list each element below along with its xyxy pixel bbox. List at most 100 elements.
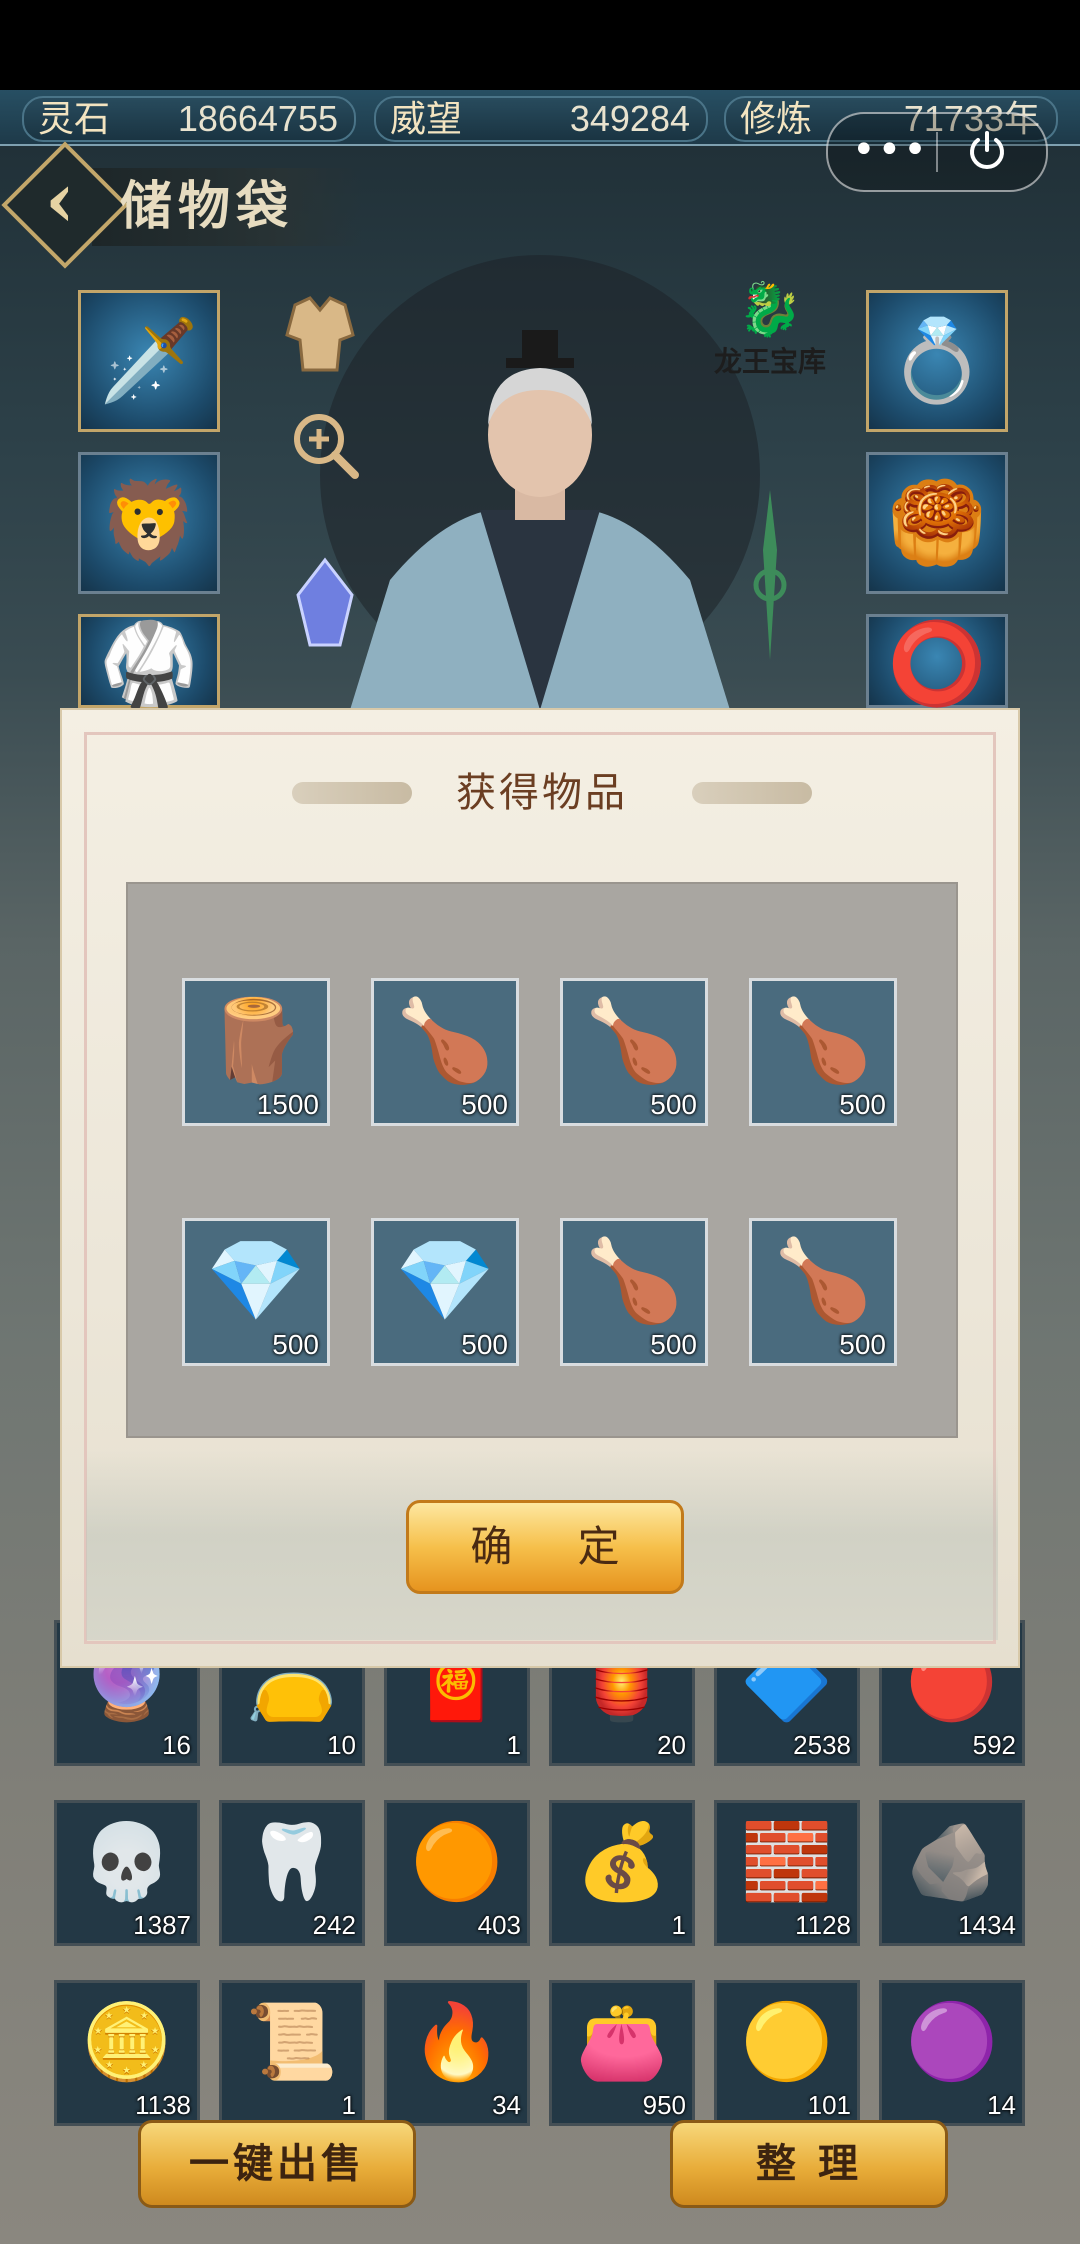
zoom-in-icon[interactable] — [285, 405, 365, 485]
inventory-slot[interactable]: 🟣 14 — [879, 1980, 1025, 2126]
reward-item[interactable]: 💎 500 — [371, 1218, 519, 1366]
golden-orb-icon: 🟠 — [410, 1819, 504, 1905]
organize-button[interactable]: 整 理 — [670, 2120, 948, 2208]
sell-all-button[interactable]: 一键出售 — [138, 2120, 416, 2208]
inventory-slot[interactable]: 📜 1 — [219, 1980, 365, 2126]
roast-meat-icon: 🍗 — [773, 994, 873, 1087]
item-quantity: 500 — [650, 1089, 697, 1120]
jade-stone-icon: 🪨 — [905, 1819, 999, 1905]
item-quantity: 1128 — [795, 1910, 851, 1940]
item-quantity: 500 — [839, 1089, 886, 1120]
prestige-counter: 威望 349284 — [374, 96, 708, 142]
item-quantity: 500 — [839, 1329, 886, 1360]
item-quantity: 2538 — [793, 1730, 851, 1760]
reward-item[interactable]: 🍗 500 — [560, 1218, 708, 1366]
equip-slot-ring[interactable]: 💍 — [866, 290, 1008, 432]
item-quantity: 10 — [327, 1730, 356, 1760]
reward-item[interactable]: 🍗 500 — [749, 978, 897, 1126]
spirit-crystal-icon: 💎 — [395, 1234, 495, 1327]
item-quantity: 1434 — [958, 1910, 1016, 1940]
resource-value: 18664755 — [177, 98, 338, 139]
treasure-bag-icon: 💰 — [575, 1819, 669, 1905]
inventory-slot[interactable]: 🟡 101 — [714, 1980, 860, 2126]
item-quantity: 1387 — [133, 1910, 191, 1940]
spirit-crystal-icon — [296, 557, 354, 647]
purple-amulet-icon: 🟣 — [905, 1999, 999, 2085]
inventory-slot[interactable]: 🧱 1128 — [714, 1800, 860, 1946]
item-quantity: 403 — [477, 1910, 521, 1940]
skull-icon: 💀 — [80, 1819, 174, 1905]
game-screen: 灵石 18664755 威望 349284 修炼 71733年 ••• ‹ 储物… — [0, 0, 1080, 2244]
reward-item[interactable]: 🪵 1500 — [182, 978, 330, 1126]
spirit-crystal-icon: 💎 — [206, 1234, 306, 1327]
resource-label: 灵石 — [38, 98, 111, 139]
roast-meat-icon: 🍗 — [773, 1234, 873, 1327]
resource-label: 修炼 — [740, 98, 813, 139]
spirit-stone-counter: 灵石 18664755 — [22, 96, 356, 142]
inventory-slot[interactable]: 🪙 1138 — [54, 1980, 200, 2126]
capsule-divider — [936, 132, 938, 172]
inventory-slot[interactable]: 🪨 1434 — [879, 1800, 1025, 1946]
status-area — [0, 0, 1080, 90]
item-quantity: 20 — [657, 1730, 686, 1760]
item-quantity: 1138 — [135, 2090, 191, 2120]
inventory-slot[interactable]: 🟠 403 — [384, 1800, 530, 1946]
inventory-slot[interactable]: 🔥 34 — [384, 1980, 530, 2126]
item-quantity: 500 — [461, 1089, 508, 1120]
reward-dialog: 获得物品 🪵 1500 🍗 500 🍗 500 🍗 500 💎 500 💎 500 🍗 500 🍗 500 确… — [60, 708, 1020, 1668]
resource-value: 349284 — [569, 98, 690, 139]
inventory-slot[interactable]: 💰 1 — [549, 1800, 695, 1946]
item-quantity: 34 — [492, 2090, 521, 2120]
reward-item[interactable]: 🍗 500 — [560, 978, 708, 1126]
gold-bar-icon: 🪙 — [80, 1999, 174, 2085]
item-quantity: 500 — [461, 1329, 508, 1360]
equip-slot-helmet[interactable]: 🦁 — [78, 452, 220, 594]
reward-item[interactable]: 🍗 500 — [749, 1218, 897, 1366]
inventory-slot[interactable]: 🦷 242 — [219, 1800, 365, 1946]
item-quantity: 1500 — [256, 1089, 319, 1120]
equip-slot-weapon[interactable]: 🗡️ — [78, 290, 220, 432]
item-quantity: 1 — [341, 2090, 356, 2120]
reward-grid: 🪵 1500 🍗 500 🍗 500 🍗 500 💎 500 💎 500 🍗 500 🍗 500 — [126, 882, 958, 1438]
back-arrow-icon: ‹ — [44, 155, 76, 244]
dragon-icon: 🐉 — [737, 280, 803, 340]
equip-slot-talisman[interactable]: 🥮 — [866, 452, 1008, 594]
helmet-icon: 🦁 — [99, 476, 199, 569]
item-quantity: 1 — [506, 1730, 521, 1760]
jade-token-icon: 📜 — [245, 1999, 339, 2085]
confirm-button[interactable]: 确 定 — [406, 1500, 684, 1594]
character-portrait — [350, 330, 730, 710]
jade-sword-icon — [753, 490, 787, 660]
item-quantity: 500 — [272, 1329, 319, 1360]
fang-icon: 🦷 — [245, 1819, 339, 1905]
wood-log-icon: 🪵 — [206, 994, 306, 1087]
dialog-title: 获得物品 — [456, 770, 628, 816]
treasury-label: 龙王宝库 — [713, 345, 826, 378]
grain-bag-icon: 👛 — [575, 1999, 669, 2085]
mini-program-capsule: ••• — [826, 112, 1048, 192]
equip-slot-armor[interactable]: 🥋 — [78, 614, 220, 710]
fire-orb-icon: 🔥 — [410, 1999, 504, 2085]
talisman-icon: 🥮 — [887, 476, 987, 569]
reward-item[interactable]: 🍗 500 — [371, 978, 519, 1126]
reward-item[interactable]: 💎 500 — [182, 1218, 330, 1366]
item-quantity: 592 — [972, 1730, 1016, 1760]
roast-meat-icon: 🍗 — [395, 994, 495, 1087]
item-quantity: 16 — [162, 1730, 191, 1760]
sword-icon: 🗡️ — [99, 314, 199, 407]
more-menu-button[interactable]: ••• — [852, 124, 927, 176]
wood-block-icon: 🧱 — [740, 1819, 834, 1905]
dragon-king-treasury-button[interactable]: 🐉 龙王宝库 — [700, 280, 840, 390]
page-title: 储物袋 — [120, 176, 295, 237]
power-icon[interactable] — [964, 128, 1010, 174]
equip-slot-bracelet[interactable]: ⭕ — [866, 614, 1008, 710]
resource-label: 威望 — [390, 98, 463, 139]
item-quantity: 242 — [312, 1910, 356, 1940]
roast-meat-icon: 🍗 — [584, 994, 684, 1087]
item-quantity: 950 — [642, 2090, 686, 2120]
armor-icon[interactable] — [275, 290, 365, 380]
inventory-slot[interactable]: 💀 1387 — [54, 1800, 200, 1946]
item-quantity: 500 — [650, 1329, 697, 1360]
ring-icon: 💍 — [887, 314, 987, 407]
inventory-slot[interactable]: 👛 950 — [549, 1980, 695, 2126]
